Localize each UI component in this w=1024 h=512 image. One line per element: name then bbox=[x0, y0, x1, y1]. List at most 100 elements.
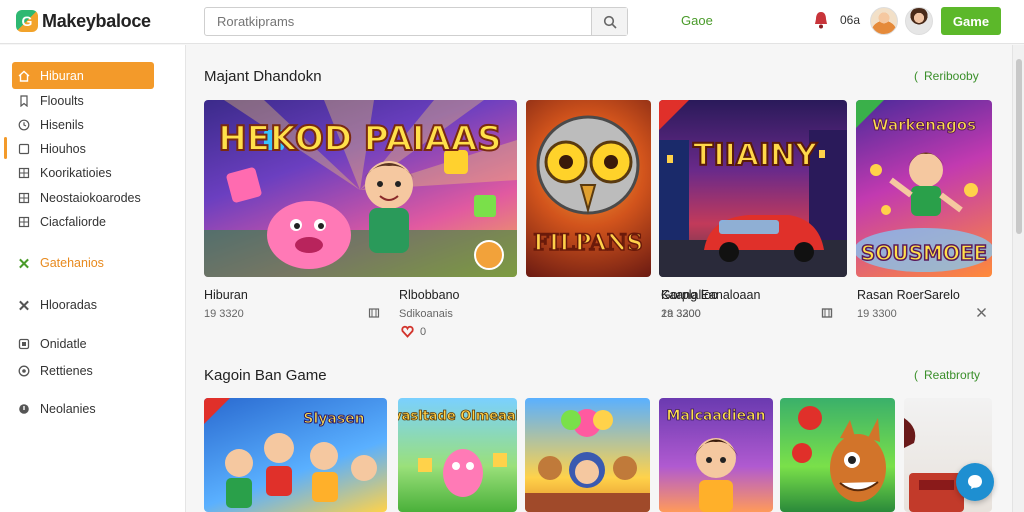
section-more-label: Reatbrorty bbox=[924, 368, 981, 382]
chat-icon bbox=[968, 475, 982, 489]
sidebar-item-neolanies[interactable]: Neolanies bbox=[18, 399, 96, 419]
grid-icon bbox=[18, 192, 30, 204]
main-content: Majant Dhandokn ( Reribooby HEKOD PAIAAS… bbox=[187, 45, 1012, 512]
grid-icon bbox=[18, 216, 30, 228]
scrollbar-thumb[interactable] bbox=[1016, 59, 1022, 234]
search-icon bbox=[603, 15, 617, 29]
game-thumbnail: HEKOD PAIAAS bbox=[204, 100, 517, 277]
sidebar-item-hiburan[interactable]: Hiburan bbox=[18, 66, 84, 86]
sidebar-item-hiouhos[interactable]: Hiouhos bbox=[18, 139, 86, 159]
rating-count: 0 bbox=[420, 325, 427, 338]
scrollbar[interactable] bbox=[1012, 45, 1024, 512]
game-card[interactable]: TIIAINY bbox=[659, 100, 847, 277]
sidebar: Hiburan Flooults Hisenils Hiouhos Koorik… bbox=[0, 45, 186, 512]
square-icon bbox=[18, 338, 30, 350]
chat-button[interactable] bbox=[956, 463, 994, 501]
game-card[interactable]: Mvasltade Olmeaabe bbox=[398, 398, 517, 512]
puzzle-icon bbox=[18, 299, 30, 311]
sidebar-item-label: Hiburan bbox=[40, 69, 84, 83]
sidebar-item-onidatle[interactable]: Onidatle bbox=[18, 334, 87, 354]
game-thumbnail: FILPANS bbox=[533, 115, 643, 257]
bookmark-icon bbox=[18, 95, 30, 107]
search-input[interactable] bbox=[205, 8, 591, 35]
game-art-title: Slyasen bbox=[303, 411, 364, 427]
game-art-title: TIIAINY bbox=[693, 138, 818, 173]
logo[interactable]: G Makeybaloce bbox=[16, 10, 151, 32]
svg-text:Warkenagos: Warkenagos bbox=[872, 116, 976, 134]
sidebar-item-label: Rettienes bbox=[40, 364, 93, 378]
game-card[interactable]: Malcaadiean bbox=[659, 398, 773, 512]
sidebar-item-koorikatioies[interactable]: Koorikatioies bbox=[18, 163, 112, 183]
card-title[interactable]: Kaang Eanaloaan bbox=[661, 288, 760, 302]
heart-icon bbox=[401, 325, 414, 338]
sidebar-item-flooults[interactable]: Flooults bbox=[18, 91, 84, 111]
card-title[interactable]: Hiburan bbox=[204, 288, 248, 302]
search-bar bbox=[204, 7, 628, 36]
close-icon[interactable] bbox=[976, 307, 987, 321]
rating: 0 bbox=[401, 325, 426, 338]
logo-text: Makeybaloce bbox=[42, 10, 151, 31]
sidebar-item-hlooradas[interactable]: Hlooradas bbox=[18, 295, 97, 315]
sidebar-item-gatehanios[interactable]: Gatehanios bbox=[18, 253, 104, 273]
sidebar-item-label: Onidatle bbox=[40, 337, 87, 351]
bookmark-icon[interactable] bbox=[368, 307, 380, 322]
card-title[interactable]: Rlbobbano bbox=[399, 288, 459, 302]
card-meta: 19 3320 bbox=[204, 308, 244, 320]
section-title: Majant Dhandokn bbox=[204, 68, 322, 85]
sidebar-item-label: Hlooradas bbox=[40, 298, 97, 312]
sidebar-item-neostaiokoarodes[interactable]: Neostaiokoarodes bbox=[18, 188, 141, 208]
card-meta: 2a 3200 bbox=[661, 308, 701, 320]
game-card[interactable] bbox=[780, 398, 895, 512]
sidebar-item-label: Gatehanios bbox=[40, 256, 104, 270]
chevron-left-icon: ( bbox=[914, 69, 918, 83]
puzzle-icon bbox=[18, 257, 30, 269]
card-meta: 19 3300 bbox=[857, 308, 897, 320]
game-art-title: SOUSMOEE bbox=[861, 241, 987, 265]
circle-icon bbox=[18, 365, 30, 377]
section-more-label: Reribooby bbox=[924, 69, 979, 83]
sidebar-item-hisenils[interactable]: Hisenils bbox=[18, 115, 84, 135]
bookmark-icon[interactable] bbox=[821, 307, 833, 322]
card-meta: Sdikoanais bbox=[399, 308, 453, 320]
clock-icon bbox=[18, 119, 30, 131]
notification-count: 06a bbox=[840, 13, 861, 27]
search-button[interactable] bbox=[591, 8, 627, 35]
avatar[interactable] bbox=[905, 7, 933, 35]
game-card[interactable]: Slyasen bbox=[204, 398, 387, 512]
game-art-title: Malcaadiean bbox=[666, 408, 765, 424]
game-card[interactable]: FILPANS bbox=[526, 100, 651, 277]
sidebar-item-label: Ciacfaliorde bbox=[40, 215, 107, 229]
square-icon bbox=[18, 143, 30, 155]
game-thumbnail: Slyasen bbox=[204, 398, 377, 508]
sidebar-item-label: Hisenils bbox=[40, 118, 84, 132]
notification-icon[interactable] bbox=[812, 10, 830, 30]
section-more-link[interactable]: ( Reribooby bbox=[914, 69, 979, 83]
grid-icon bbox=[18, 167, 30, 179]
top-nav-link[interactable]: Gaoe bbox=[681, 13, 713, 28]
sidebar-item-rettienes[interactable]: Rettienes bbox=[18, 361, 93, 381]
card-title[interactable]: Rasan RoerSarelo bbox=[857, 288, 960, 302]
avatar[interactable] bbox=[870, 7, 898, 35]
game-thumbnail: Mvasltade Olmeaabe bbox=[398, 409, 517, 497]
game-thumbnail: Warkenagos SOUSMOEE bbox=[856, 100, 992, 272]
game-card[interactable]: Warkenagos SOUSMOEE bbox=[856, 100, 992, 277]
game-art-title: HEKOD PAIAAS bbox=[218, 119, 501, 159]
chevron-left-icon: ( bbox=[914, 368, 918, 382]
sidebar-accent-bar bbox=[4, 137, 7, 159]
circle-icon bbox=[18, 403, 30, 415]
sidebar-item-ciacfaliorde[interactable]: Ciacfaliorde bbox=[18, 212, 106, 232]
sidebar-item-label: Hiouhos bbox=[40, 142, 86, 156]
game-button[interactable]: Game bbox=[941, 7, 1001, 35]
section-more-link[interactable]: ( Reatbrorty bbox=[914, 368, 980, 382]
game-card[interactable]: HEKOD PAIAAS bbox=[204, 100, 517, 277]
top-bar: G Makeybaloce Gaoe 06a Game bbox=[0, 0, 1024, 44]
game-thumbnail bbox=[525, 409, 650, 512]
sidebar-item-label: Koorikatioies bbox=[40, 166, 112, 180]
game-card[interactable] bbox=[525, 398, 650, 512]
game-thumbnail: TIIAINY bbox=[659, 100, 847, 277]
game-thumbnail bbox=[792, 406, 886, 502]
game-art-title: FILPANS bbox=[533, 230, 642, 256]
sidebar-item-label: Flooults bbox=[40, 94, 84, 108]
game-art-title: Mvasltade Olmeaabe bbox=[398, 409, 517, 424]
section-title: Kagoin Ban Game bbox=[204, 367, 327, 384]
